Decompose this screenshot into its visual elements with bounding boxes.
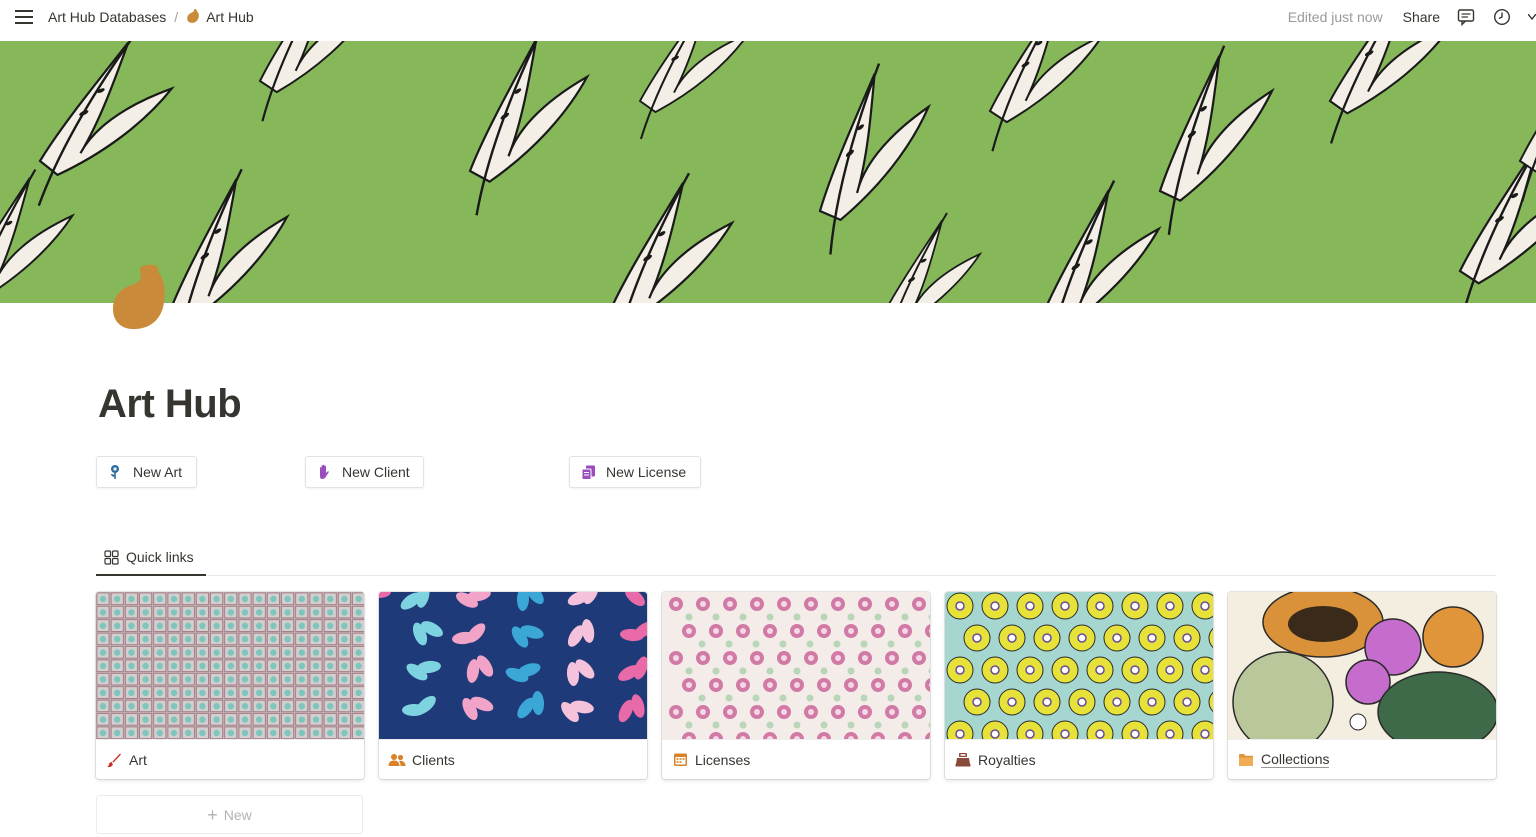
calendar-icon [671, 751, 689, 769]
leaf-pattern-illustration [0, 41, 1536, 303]
card-title-text: Art [129, 751, 147, 768]
gallery-card-clients[interactable]: Clients [379, 592, 647, 779]
documents-icon [580, 464, 596, 480]
breadcrumb: Art Hub Databases / Art Hub [48, 0, 254, 34]
people-icon [388, 751, 406, 769]
new-license-label: New License [606, 464, 687, 480]
folder-icon [1237, 751, 1255, 769]
gallery-icon [104, 549, 119, 565]
clock-icon[interactable] [1492, 7, 1512, 27]
gallery-card-collections[interactable]: Collections [1228, 592, 1496, 779]
share-button[interactable]: Share [1403, 9, 1440, 25]
tile-pattern-image [96, 592, 364, 739]
gallery-card-art[interactable]: Art [96, 592, 364, 779]
chevron-icon[interactable] [1528, 7, 1536, 27]
view-tabs: Quick links [96, 540, 1496, 576]
card-cover-image [379, 592, 647, 739]
page-cover [0, 41, 1536, 303]
hand-icon [316, 464, 332, 480]
comment-icon[interactable] [1456, 7, 1476, 27]
new-card-label: New [223, 806, 252, 823]
breadcrumb-art-hub[interactable]: Art Hub [186, 8, 254, 27]
top-bar: Art Hub Databases / Art Hub Edited just … [0, 0, 1536, 34]
breadcrumb-separator: / [174, 9, 179, 25]
yellow-flowers-image [945, 592, 1213, 739]
gallery-card-royalties[interactable]: Royalties [945, 592, 1213, 779]
card-cover-image [945, 592, 1213, 739]
tab-label: Quick links [126, 549, 194, 565]
flower-icon [107, 464, 123, 480]
card-title: Licenses [662, 739, 930, 779]
new-art-label: New Art [133, 464, 183, 480]
new-client-button[interactable]: New Client [305, 456, 424, 488]
card-title: Royalties [945, 739, 1213, 779]
card-title: Art [96, 739, 364, 779]
card-cover-image [1228, 592, 1496, 739]
tab-quick-links[interactable]: Quick links [96, 540, 206, 576]
plus-icon: + [207, 804, 218, 825]
top-right-actions: Edited just now Share [1288, 0, 1536, 34]
brush-icon [105, 751, 123, 769]
gallery-card-licenses[interactable]: Licenses [662, 592, 930, 779]
breadcrumb-label: Art Hub [206, 9, 254, 25]
new-license-button[interactable]: New License [569, 456, 701, 488]
page-title[interactable]: Art Hub [98, 382, 242, 427]
floral-pattern-image [662, 592, 930, 739]
new-client-label: New Client [342, 464, 410, 480]
new-art-button[interactable]: New Art [96, 456, 197, 488]
page-icon [186, 8, 200, 27]
fruit-illustration-image [1228, 592, 1496, 739]
card-title-text: Clients [412, 751, 455, 768]
breadcrumb-art-hub-databases[interactable]: Art Hub Databases [48, 9, 166, 25]
card-title-text: Collections [1261, 751, 1330, 768]
card-cover-image [96, 592, 364, 739]
card-cover-image [662, 592, 930, 739]
page-emoji-icon[interactable] [108, 262, 168, 332]
edited-status: Edited just now [1287, 9, 1383, 25]
hamburger-icon[interactable] [12, 8, 36, 26]
card-title-text: Licenses [695, 751, 751, 768]
cash-register-icon [954, 751, 972, 769]
card-title: Collections [1228, 739, 1496, 779]
add-new-card-button[interactable]: + New [96, 795, 363, 834]
doodle-pattern-image [379, 592, 647, 739]
card-title: Clients [379, 739, 647, 779]
card-title-text: Royalties [978, 751, 1036, 768]
